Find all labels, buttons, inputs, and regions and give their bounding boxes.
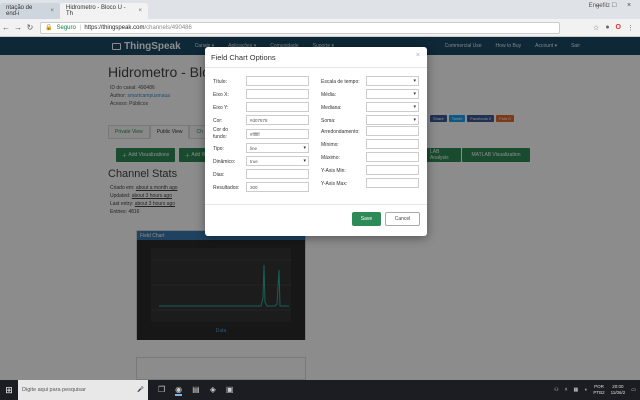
dynamic-select[interactable]: true: [246, 156, 309, 166]
secure-label: Seguro: [56, 24, 76, 31]
menu-icon[interactable]: ⋮: [627, 24, 634, 32]
taskbar-search-input[interactable]: Digite aqui para pesquisar 🎤: [18, 380, 148, 400]
timescale-label: Escala de tempo:: [321, 79, 360, 85]
y-axis-max-label: Y-Axis Max:: [321, 181, 348, 187]
dialog-title: Field Chart Options: [211, 53, 276, 62]
days-label: Dias:: [213, 172, 225, 178]
save-button[interactable]: Save: [352, 212, 381, 226]
app-icon[interactable]: ◈: [210, 385, 216, 396]
sum-label: Soma:: [321, 118, 336, 124]
lang-layout: PTB2: [593, 390, 605, 395]
maximize-icon[interactable]: □: [612, 2, 616, 9]
timescale-select[interactable]: [366, 76, 419, 86]
search-placeholder: Digite aqui para pesquisar: [22, 387, 86, 393]
volume-icon[interactable]: ◖: [584, 387, 587, 393]
browser-tab-2[interactable]: Hidrometro - Bloco U - Th ×: [60, 3, 148, 19]
x-axis-label: Eixo X:: [213, 92, 229, 98]
photos-icon[interactable]: ▣: [226, 385, 234, 396]
extension-icon[interactable]: ●: [605, 24, 609, 32]
address-bar-row: ← → ↻ 🔒 Seguro | https://thingspeak.com …: [0, 19, 640, 37]
microphone-icon[interactable]: 🎤: [137, 387, 144, 393]
x-axis-input[interactable]: [246, 89, 309, 99]
field-chart-options-dialog: Field Chart Options × Título: Eixo X: Ei…: [205, 47, 427, 236]
clock[interactable]: 20:00 11/06/2: [611, 384, 626, 396]
lock-icon: 🔒: [45, 25, 53, 31]
median-label: Mediana:: [321, 105, 342, 111]
close-icon[interactable]: ×: [416, 52, 420, 59]
browser-tab-1[interactable]: ntação de end-i ×: [0, 3, 60, 19]
minimum-input[interactable]: [366, 139, 419, 149]
color-input[interactable]: #d07878: [246, 115, 309, 125]
results-input[interactable]: 300: [246, 182, 309, 192]
chrome-icon[interactable]: ◉: [175, 385, 183, 396]
type-label: Tipo:: [213, 146, 224, 152]
color-label: Cor:: [213, 118, 223, 124]
back-icon[interactable]: ←: [0, 23, 12, 32]
close-window-icon[interactable]: ×: [627, 2, 631, 9]
y-axis-min-input[interactable]: [366, 165, 419, 175]
rounding-label: Arredondamento:: [321, 129, 360, 135]
title-input[interactable]: [246, 76, 309, 86]
forward-icon[interactable]: →: [12, 23, 24, 32]
cancel-button[interactable]: Cancel: [385, 212, 420, 226]
background-color-input[interactable]: #ffffff: [246, 129, 309, 139]
sum-select[interactable]: [366, 115, 419, 125]
date: 11/06/2: [610, 390, 626, 395]
url-input[interactable]: 🔒 Seguro | https://thingspeak.com /chann…: [40, 21, 560, 34]
windows-taskbar: ⊞ Digite aqui para pesquisar 🎤 ❐ ◉ ▤ ◈ ▣…: [0, 380, 640, 400]
reload-icon[interactable]: ↻: [24, 23, 36, 32]
title-label: Título:: [213, 79, 227, 85]
tab-label: Hidrometro - Bloco U - Th: [66, 5, 126, 17]
maximum-input[interactable]: [366, 152, 419, 162]
type-select[interactable]: line: [246, 143, 309, 153]
results-label: Resultados:: [213, 185, 240, 191]
y-axis-min-label: Y-Axis Min:: [321, 168, 346, 174]
minimum-label: Mínimo:: [321, 142, 339, 148]
maximum-label: Máximo:: [321, 155, 340, 161]
language-indicator[interactable]: POR PTB2: [593, 384, 604, 396]
median-select[interactable]: [366, 102, 419, 112]
url-path: /channels/490486: [144, 24, 192, 31]
people-icon[interactable]: ⚇: [554, 387, 558, 393]
y-axis-max-input[interactable]: [366, 178, 419, 188]
close-icon[interactable]: ×: [138, 8, 142, 14]
divider: [205, 67, 427, 68]
browser-tab-bar: ntação de end-i × Hidrometro - Bloco U -…: [0, 0, 640, 19]
task-view-icon[interactable]: ❐: [158, 385, 165, 396]
days-input[interactable]: [246, 169, 309, 179]
average-select[interactable]: [366, 89, 419, 99]
minimize-icon[interactable]: –: [596, 2, 600, 9]
y-axis-input[interactable]: [246, 102, 309, 112]
divider: [205, 204, 427, 205]
close-icon[interactable]: ×: [50, 8, 54, 14]
rounding-input[interactable]: [366, 126, 419, 136]
network-icon[interactable]: ▦: [574, 387, 579, 393]
url-host: https://thingspeak.com: [84, 24, 145, 31]
star-icon[interactable]: ☆: [593, 24, 599, 32]
y-axis-label: Eixo Y:: [213, 105, 229, 111]
notification-icon[interactable]: ▭: [631, 387, 636, 393]
file-explorer-icon[interactable]: ▤: [192, 385, 200, 396]
tab-label: ntação de end-i: [6, 5, 33, 17]
opera-icon[interactable]: O: [616, 24, 621, 32]
windows-start-icon[interactable]: ⊞: [0, 380, 18, 400]
chevron-up-icon[interactable]: ˄: [565, 387, 568, 393]
average-label: Média:: [321, 92, 337, 98]
dynamic-label: Dinâmico:: [213, 159, 236, 165]
background-color-label: Cor do fundo:: [213, 127, 229, 140]
